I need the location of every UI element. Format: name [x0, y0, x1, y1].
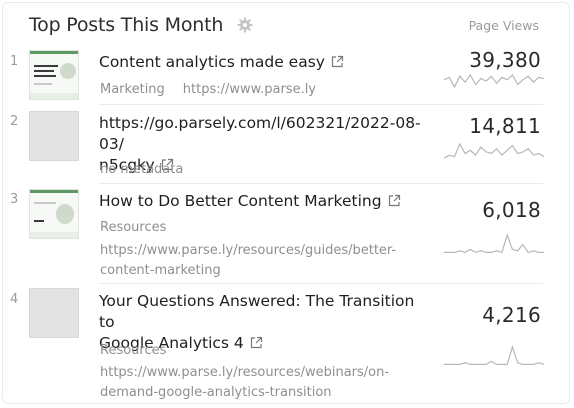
- post-title-link[interactable]: How to Do Better Content Marketing: [99, 191, 429, 212]
- post-url-line-1: https://www.parse.ly/resources/guides/be…: [100, 243, 397, 258]
- sparkline-chart: [444, 73, 544, 89]
- post-section[interactable]: Marketing: [100, 82, 165, 97]
- post-title-line-1: https://go.parsely.com/l/602321/2022-08-…: [99, 114, 421, 153]
- post-title-line-1: Your Questions Answered: The Transition …: [99, 292, 415, 331]
- post-meta: Marketing https://www.parse.ly: [100, 82, 316, 97]
- sparkline-line: [444, 345, 544, 365]
- page-view-count: 4,216: [482, 303, 541, 327]
- no-metadata-note: no metadata: [100, 162, 184, 177]
- row-divider: [99, 104, 543, 105]
- gear-icon[interactable]: [237, 17, 253, 33]
- row-divider: [99, 183, 543, 184]
- post-url[interactable]: https://www.parse.ly/resources/guides/be…: [100, 241, 400, 281]
- rank-number: 4: [10, 292, 19, 307]
- post-thumbnail-placeholder[interactable]: [29, 288, 79, 338]
- post-title: Content analytics made easy: [99, 53, 325, 71]
- external-link-icon[interactable]: [250, 334, 263, 349]
- sparkline-line: [444, 142, 544, 159]
- sparkline-line: [444, 73, 544, 89]
- page-view-count: 14,811: [469, 114, 541, 138]
- widget-header: Top Posts This Month: [29, 11, 253, 39]
- post-url[interactable]: https://www.parse.ly: [183, 82, 316, 97]
- sparkline-chart: [444, 345, 544, 365]
- page-view-count: 6,018: [482, 198, 541, 222]
- rank-number: 2: [10, 114, 19, 129]
- post-section[interactable]: Resources: [100, 343, 166, 358]
- page-views-column-label: Page Views: [468, 18, 539, 33]
- post-thumbnail[interactable]: [29, 50, 79, 100]
- post-url[interactable]: https://www.parse.ly/resources/webinars/…: [100, 363, 400, 403]
- sparkline-chart: [444, 142, 544, 159]
- post-url-line-2: demand-google-analytics-transition: [100, 385, 332, 400]
- post-thumbnail-placeholder[interactable]: [29, 111, 79, 161]
- post-section[interactable]: Resources: [100, 220, 166, 235]
- post-url-line-1: https://www.parse.ly/resources/webinars/…: [100, 365, 390, 380]
- post-title-link[interactable]: Content analytics made easy: [99, 52, 429, 73]
- post-thumbnail[interactable]: [29, 189, 79, 239]
- page-view-count: 39,380: [469, 48, 541, 72]
- post-title: How to Do Better Content Marketing: [99, 192, 382, 210]
- rank-number: 3: [10, 192, 19, 207]
- external-link-icon[interactable]: [388, 192, 401, 207]
- external-link-icon[interactable]: [331, 53, 344, 68]
- sparkline-chart: [444, 233, 544, 254]
- top-posts-widget: Top Posts This Month Page Views 1 Conten…: [2, 2, 570, 404]
- row-divider: [99, 283, 543, 284]
- widget-title: Top Posts This Month: [29, 14, 224, 36]
- rank-number: 1: [10, 54, 19, 69]
- post-url-line-2: content-marketing: [100, 263, 221, 278]
- sparkline-line: [444, 233, 544, 254]
